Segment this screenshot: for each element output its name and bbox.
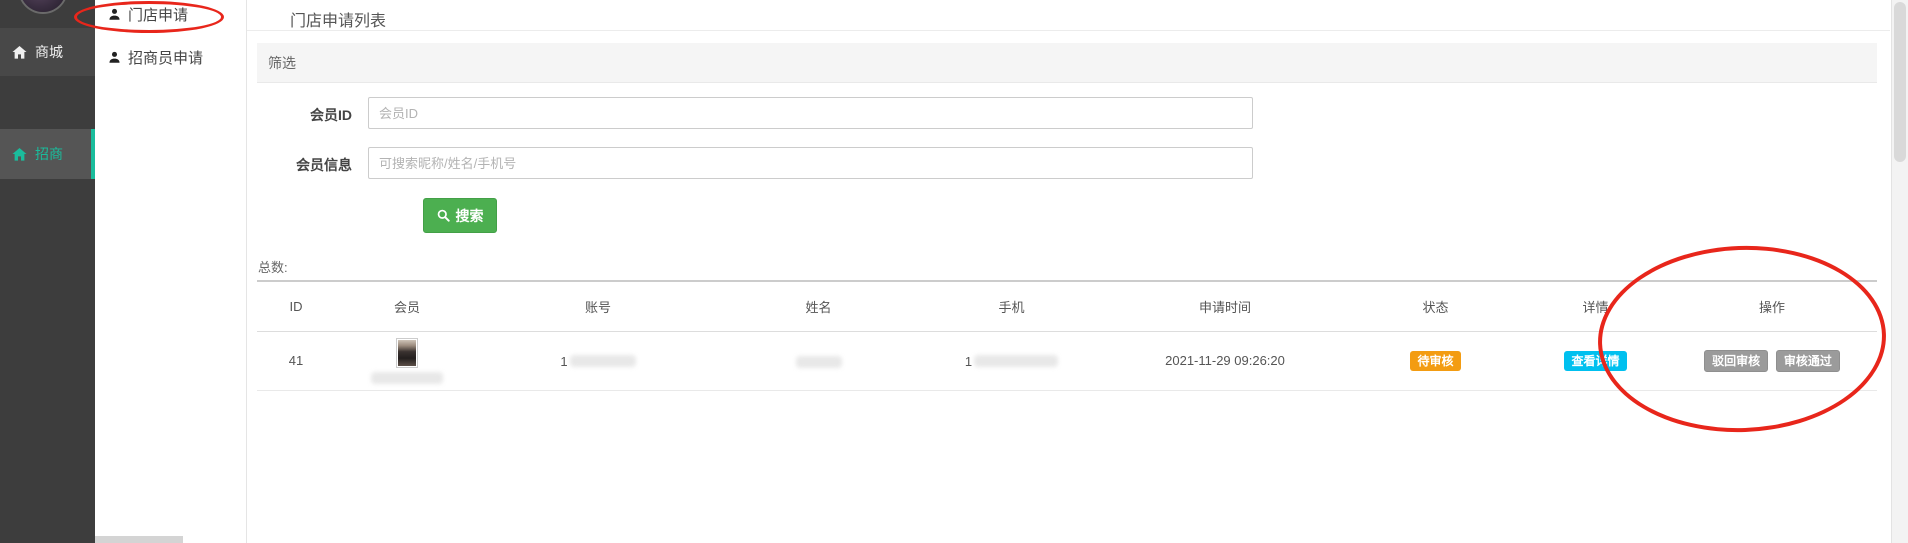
page-title: 门店申请列表 [290, 7, 386, 31]
sidebar-item-label: 招商 [35, 144, 63, 164]
scrollbar-thumb[interactable] [1894, 2, 1906, 162]
page-header: 门店申请列表 [247, 0, 1890, 31]
application-table: ID 会员 账号 姓名 手机 申请时间 状态 详情 操作 41 [257, 280, 1877, 391]
submenu-item-label: 门店申请 [128, 4, 188, 25]
member-info-input[interactable] [368, 147, 1253, 179]
search-button[interactable]: 搜索 [423, 198, 497, 233]
status-badge: 待审核 [1410, 351, 1460, 371]
filter-panel-header: 筛选 [257, 43, 1877, 83]
member-id-input[interactable] [368, 97, 1253, 129]
submenu-item-label: 招商员申请 [128, 47, 203, 68]
column-header-account: 账号 [479, 281, 717, 331]
phone-partial-text: 1 [965, 354, 972, 369]
column-header-operation: 操作 [1667, 281, 1877, 331]
secondary-sidebar: 门店申请 招商员申请 [95, 0, 247, 543]
primary-sidebar: 商城 招商 [0, 0, 95, 543]
member-photo [398, 340, 416, 366]
home-icon [12, 147, 27, 162]
vertical-scrollbar[interactable] [1891, 0, 1908, 543]
member-avatar-thumbnail[interactable] [396, 338, 418, 368]
cell-operation: 驳回审核 审核通过 [1667, 331, 1877, 390]
column-header-id: ID [257, 281, 335, 331]
table-header-row: ID 会员 账号 姓名 手机 申请时间 状态 详情 操作 [257, 281, 1877, 331]
submenu-item-store-application[interactable]: 门店申请 [108, 3, 188, 25]
reject-review-button[interactable]: 驳回审核 [1704, 350, 1768, 372]
member-id-label: 会员ID [257, 105, 352, 125]
cell-id: 41 [257, 331, 335, 390]
redacted-name [796, 356, 842, 368]
sidebar-item-label: 商城 [35, 42, 63, 62]
cell-status: 待审核 [1347, 331, 1524, 390]
redacted-account [570, 355, 636, 367]
sidebar-item-investment[interactable]: 招商 [0, 129, 95, 179]
admin-app-window: 商城 招商 门店申请 招商员申请 门店申请列表 [0, 0, 1908, 543]
search-icon [437, 209, 450, 222]
member-info-label: 会员信息 [257, 155, 352, 175]
view-detail-button[interactable]: 查看详情 [1564, 351, 1626, 371]
cell-apply-time: 2021-11-29 09:26:20 [1103, 331, 1347, 390]
cell-phone: 1 [920, 331, 1103, 390]
cell-detail: 查看详情 [1524, 331, 1667, 390]
cell-account: 1 [479, 331, 717, 390]
column-header-status: 状态 [1347, 281, 1524, 331]
column-header-detail: 详情 [1524, 281, 1667, 331]
submenu-item-recruiter-application[interactable]: 招商员申请 [108, 46, 203, 68]
search-button-label: 搜索 [456, 206, 484, 226]
cell-member [335, 331, 479, 390]
account-partial-text: 1 [560, 354, 567, 369]
redacted-phone [974, 355, 1058, 367]
table-row: 41 1 [257, 331, 1877, 390]
user-icon [108, 8, 121, 21]
column-header-name: 姓名 [717, 281, 920, 331]
column-header-phone: 手机 [920, 281, 1103, 331]
avatar[interactable] [20, 0, 66, 12]
sidebar-item-mall[interactable]: 商城 [0, 28, 95, 76]
content-panel: 筛选 会员ID 会员信息 搜索 总数: ID 会员 账号 [257, 43, 1877, 543]
filter-panel-title: 筛选 [268, 53, 296, 73]
redacted-nickname [371, 372, 443, 384]
column-header-member: 会员 [335, 281, 479, 331]
submenu-scrollbar[interactable] [95, 536, 183, 543]
total-count-label: 总数: [258, 257, 288, 276]
user-icon [108, 51, 121, 64]
approve-review-button[interactable]: 审核通过 [1776, 350, 1840, 372]
cell-name [717, 331, 920, 390]
column-header-apply-time: 申请时间 [1103, 281, 1347, 331]
home-icon [12, 45, 27, 60]
